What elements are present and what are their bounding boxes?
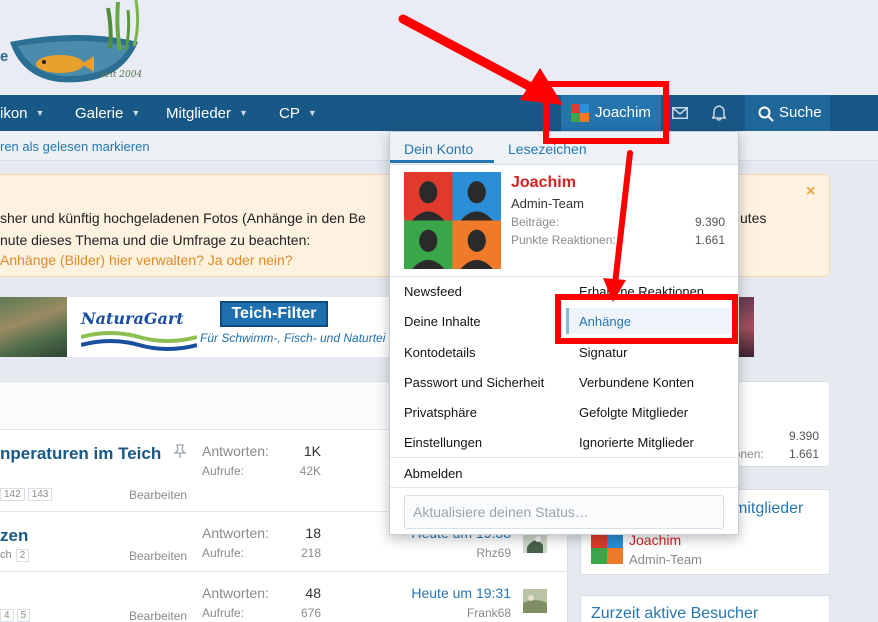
menu-item-newsfeed[interactable]: Newsfeed: [404, 284, 462, 299]
menu-item-passwort[interactable]: Passwort und Sicherheit: [404, 375, 544, 390]
avatar[interactable]: [523, 589, 547, 613]
sidebar-stat-value-2: 1.661: [788, 447, 819, 461]
wave-graphic: [81, 331, 197, 351]
annotation-box-attachments: [555, 294, 738, 344]
divider: [390, 457, 738, 458]
caret-down-icon[interactable]: ▼: [308, 108, 317, 118]
replies-count: 48: [305, 585, 321, 601]
sidebar-stat-value-1: 9.390: [788, 429, 819, 443]
annotation-box-account: [543, 81, 669, 144]
thread-pages: ch 2: [0, 549, 32, 562]
bell-icon[interactable]: [700, 95, 738, 131]
active-tab-indicator: [390, 160, 494, 163]
banner-flower-photo: [738, 297, 754, 357]
caret-down-icon[interactable]: ▼: [36, 108, 45, 118]
replies-count: 18: [305, 525, 321, 541]
active-visitors-title[interactable]: Zurzeit aktive Besucher: [591, 605, 758, 622]
edit-link[interactable]: Bearbeiten: [129, 488, 187, 502]
menu-item-ignorierte-mitglieder[interactable]: Ignorierte Mitglieder: [579, 435, 694, 450]
notice-line-1: sher und künftig hochgeladenen Fotos (An…: [0, 210, 366, 226]
stat-label-reactions: Punkte Reaktionen:: [511, 233, 616, 247]
close-icon[interactable]: ×: [806, 183, 815, 201]
last-post-time[interactable]: Heute um 19:31: [380, 585, 511, 601]
views-label: Aufrufe:: [202, 606, 245, 620]
online-user-role: Admin-Team: [629, 552, 702, 567]
search-icon: [758, 106, 774, 122]
views-label: Aufrufe:: [202, 546, 245, 560]
divider: [390, 487, 738, 488]
replies-count: 1K: [303, 443, 321, 459]
last-post-user[interactable]: Rhz69: [380, 546, 511, 560]
teichfilter-title: Teich-Filter: [220, 301, 328, 327]
stat-label-posts: Beiträge:: [511, 215, 560, 229]
menu-item-deine-inhalte[interactable]: Deine Inhalte: [404, 314, 481, 329]
pin-icon: [174, 444, 186, 458]
views-count: 676: [300, 606, 321, 620]
banner-pond-photo: [0, 297, 67, 357]
thread-title[interactable]: nperaturen im Teich: [0, 444, 161, 464]
nav-item-mitglieder[interactable]: Mitglieder ▼: [166, 95, 248, 131]
nav-item-galerie[interactable]: Galerie ▼: [75, 95, 140, 131]
menu-item-verbundene-konten[interactable]: Verbundene Konten: [579, 375, 694, 390]
thread-pages: 142 143: [0, 488, 55, 501]
views-label: Aufrufe:: [202, 464, 245, 478]
menu-item-privatsphaere[interactable]: Privatsphäre: [404, 405, 477, 420]
teichfilter-subtitle: Für Schwimm-, Fisch- und Naturtei: [200, 331, 386, 345]
last-post-user[interactable]: Frank68: [380, 606, 511, 620]
search-button[interactable]: Suche: [745, 95, 830, 131]
site-logo[interactable]: [0, 0, 160, 95]
logo-text-fragment: e: [0, 48, 9, 65]
profile-role: Admin-Team: [511, 196, 584, 211]
edit-link[interactable]: Bearbeiten: [129, 549, 187, 563]
nav-item-lexikon[interactable]: ikon ▼: [0, 95, 44, 131]
logo-pond-image: [10, 0, 140, 83]
avatar[interactable]: [591, 532, 623, 564]
stat-value-posts: 9.390: [694, 215, 725, 229]
mark-read-link[interactable]: ren als gelesen markieren: [0, 139, 150, 154]
thread-pages: 45: [0, 609, 33, 622]
teichfilter-ad: Teich-Filter Für Schwimm-, Fisch- und Na…: [200, 297, 390, 357]
notice-poll-link[interactable]: Anhänge (Bilder) hier verwalten? Ja oder…: [0, 252, 293, 268]
avatar[interactable]: [404, 172, 501, 269]
replies-label: Antworten:: [202, 443, 269, 459]
views-count: 218: [300, 546, 321, 560]
notice-line-2: nute dieses Thema und die Umfrage zu bea…: [0, 232, 311, 248]
menu-item-gefolgte-mitglieder[interactable]: Gefolgte Mitglieder: [579, 405, 688, 420]
views-count: 42K: [299, 464, 321, 478]
nav-item-cp[interactable]: CP ▼: [279, 95, 317, 131]
menu-item-signatur[interactable]: Signatur: [579, 345, 627, 360]
table-row[interactable]: 45 Bearbeiten Antworten: 48 Aufrufe: 676…: [0, 572, 568, 622]
menu-item-abmelden[interactable]: Abmelden: [404, 466, 463, 481]
status-update-input[interactable]: Aktualisiere deinen Status…: [404, 495, 724, 529]
menu-item-kontodetails[interactable]: Kontodetails: [404, 345, 476, 360]
online-members-title[interactable]: mitglieder: [734, 500, 803, 518]
divider: [390, 276, 738, 277]
notice-line-1-end: utes: [740, 210, 767, 226]
main-navigation: ikon ▼ Galerie ▼ Mitglieder ▼ CP ▼ Joachim S…: [0, 95, 878, 131]
replies-label: Antworten:: [202, 585, 269, 601]
caret-down-icon[interactable]: ▼: [239, 108, 248, 118]
sidebar-active-visitors: Zurzeit aktive Besucher: [580, 595, 830, 622]
thread-title[interactable]: zen: [0, 526, 28, 546]
edit-link[interactable]: Bearbeiten: [129, 609, 187, 622]
logo-tagline: seit 2004: [100, 70, 143, 80]
caret-down-icon[interactable]: ▼: [131, 108, 140, 118]
search-label: Suche: [779, 104, 822, 121]
profile-name[interactable]: Joachim: [511, 174, 576, 192]
stat-value-reactions: 1.661: [694, 233, 725, 247]
menu-item-einstellungen[interactable]: Einstellungen: [404, 435, 482, 450]
tab-dein-konto[interactable]: Dein Konto: [404, 141, 473, 157]
replies-label: Antworten:: [202, 525, 269, 541]
naturagart-logo: NaturaGart: [67, 297, 200, 357]
